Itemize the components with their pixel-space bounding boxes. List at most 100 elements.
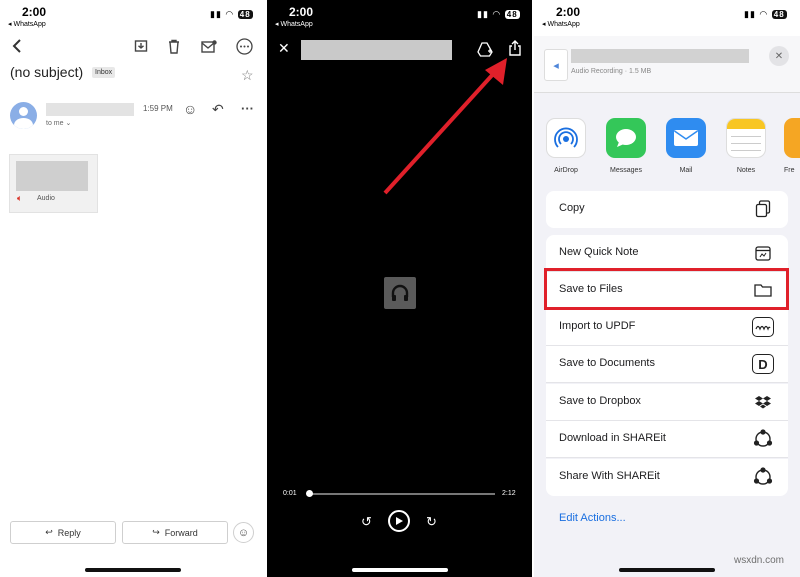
battery-icon: 48 [237,10,253,19]
status-icons: ▮▮ ◠ 48 [210,9,253,20]
app-airdrop[interactable]: AirDrop [544,118,588,174]
speaker-icon: 🔈︎ [17,193,23,203]
reply-button-label: Reply [57,527,81,538]
signal-icon: ▮▮ [210,9,222,19]
signal-icon: ▮▮ [477,9,489,19]
star-icon[interactable]: ☆ [241,67,254,84]
email-subject: (no subject) [10,64,84,80]
action-label: Download in SHAREit [559,432,666,444]
file-name-redacted [571,49,749,63]
copy-action[interactable]: Copy [546,191,788,228]
app-name: AirDrop [554,167,578,174]
app-name: Fre [784,167,795,174]
battery-icon: 48 [771,10,787,19]
play-button[interactable] [388,510,410,532]
back-to-app[interactable]: ◂ WhatsApp [275,20,313,28]
action-label: Share With SHAREit [559,470,660,482]
reply-button[interactable]: ↩ Reply [10,521,116,544]
action-label: Copy [559,202,585,214]
new-quick-note-action[interactable]: New Quick Note [546,235,788,272]
app-name: Mail [679,167,693,174]
signal-icon: ▮▮ [744,9,756,19]
elapsed-time: 0:01 [283,490,297,497]
sender-name-redacted [46,103,134,116]
action-label: Save to Documents [559,357,655,369]
shareit-icon [752,429,774,449]
highlight-box [544,268,789,310]
action-label: Import to UPDF [559,320,636,332]
close-icon[interactable]: ✕ [278,40,290,57]
app-messages[interactable]: Messages [604,118,648,174]
attachment-label: Audio [37,195,55,202]
battery-icon: 48 [504,10,520,19]
forward-button-label: Forward [164,527,198,538]
scrubber-handle[interactable] [305,490,313,497]
status-icons: ▮▮ ◠ 48 [477,9,520,20]
mark-unread-icon[interactable] [200,37,218,55]
app-freeform[interactable]: Fre [784,118,800,174]
audio-player-screen: 2:00 ◂ WhatsApp ▮▮ ◠ 48 ✕ 0:01 2:12 ↺ ↻ [267,0,532,577]
attachment-preview [16,161,88,191]
rewind-10-icon[interactable]: ↺ [361,514,372,530]
file-subtitle: Audio Recording · 1.5 MB [571,68,652,75]
app-mail[interactable]: Mail [664,118,708,174]
back-to-app[interactable]: ◂ WhatsApp [542,20,580,28]
duration-time: 2:12 [502,490,516,497]
edit-actions-link[interactable]: Edit Actions... [559,512,626,524]
progress-track[interactable] [305,490,495,497]
audio-attachment[interactable]: 🔈︎ Audio [9,154,98,213]
forward-button[interactable]: ↪ Forward [122,521,228,544]
email-time: 1:59 PM [143,104,173,113]
import-to-updf-action[interactable]: Import to UPDF [546,309,788,346]
headphones-icon [384,277,416,309]
trash-icon[interactable] [165,37,183,55]
reply-arrow-icon: ↩ [45,527,53,537]
notes-icon [726,118,766,158]
recipient-line[interactable]: to me ⌄ [46,119,71,127]
back-arrow-icon[interactable] [8,37,26,55]
avatar[interactable] [10,102,37,129]
email-screen: 2:00 ◂ WhatsApp ▮▮ ◠ 48 (no subject) Inb… [0,0,265,577]
chevron-down-icon: ⌄ [65,120,72,127]
forward-arrow-icon: ↪ [152,527,160,537]
save-to-documents-action[interactable]: Save to Documents D [546,346,788,383]
copy-icon [752,199,774,219]
airdrop-icon [546,118,586,158]
home-indicator [619,568,715,572]
more-options-icon[interactable] [235,37,253,55]
home-indicator [352,568,448,572]
emoji-button-icon[interactable]: ☺ [233,522,254,543]
close-share-icon[interactable]: ✕ [769,46,789,66]
audio-file-icon: ◂ [544,49,568,81]
app-notes[interactable]: Notes [724,118,768,174]
updf-icon [752,317,774,337]
inbox-label[interactable]: Inbox [92,67,116,78]
back-to-app[interactable]: ◂ WhatsApp [8,20,46,28]
archive-icon[interactable] [132,37,150,55]
shareit-icon [752,467,774,487]
download-in-shareit-action[interactable]: Download in SHAREit [546,421,788,458]
recipient-text: to me [46,120,64,127]
forward-10-icon[interactable]: ↻ [426,514,437,530]
save-to-dropbox-action[interactable]: Save to Dropbox [546,384,788,421]
action-label: Save to Dropbox [559,395,641,407]
wifi-icon: ◠ [492,9,502,19]
share-with-shareit-action[interactable]: Share With SHAREit [546,459,788,496]
more-icon[interactable]: ··· [241,101,254,116]
app-name: Messages [610,167,642,174]
status-time: 2:00 [556,5,581,19]
share-header: ◂ Audio Recording · 1.5 MB ✕ [534,36,800,93]
freeform-icon [784,118,800,158]
reply-icon[interactable]: ↶ [212,101,224,118]
action-label: New Quick Note [559,246,639,258]
emoji-react-icon[interactable]: ☺ [183,101,197,117]
quick-note-icon [752,243,774,263]
play-icon [396,517,403,525]
messages-icon [606,118,646,158]
status-icons: ▮▮ ◠ 48 [744,9,787,20]
dropbox-icon [752,392,774,412]
arrow-annotation [383,58,507,195]
status-time: 2:00 [22,5,47,19]
watermark: wsxdn.com [734,555,785,566]
wifi-icon: ◠ [759,9,769,19]
